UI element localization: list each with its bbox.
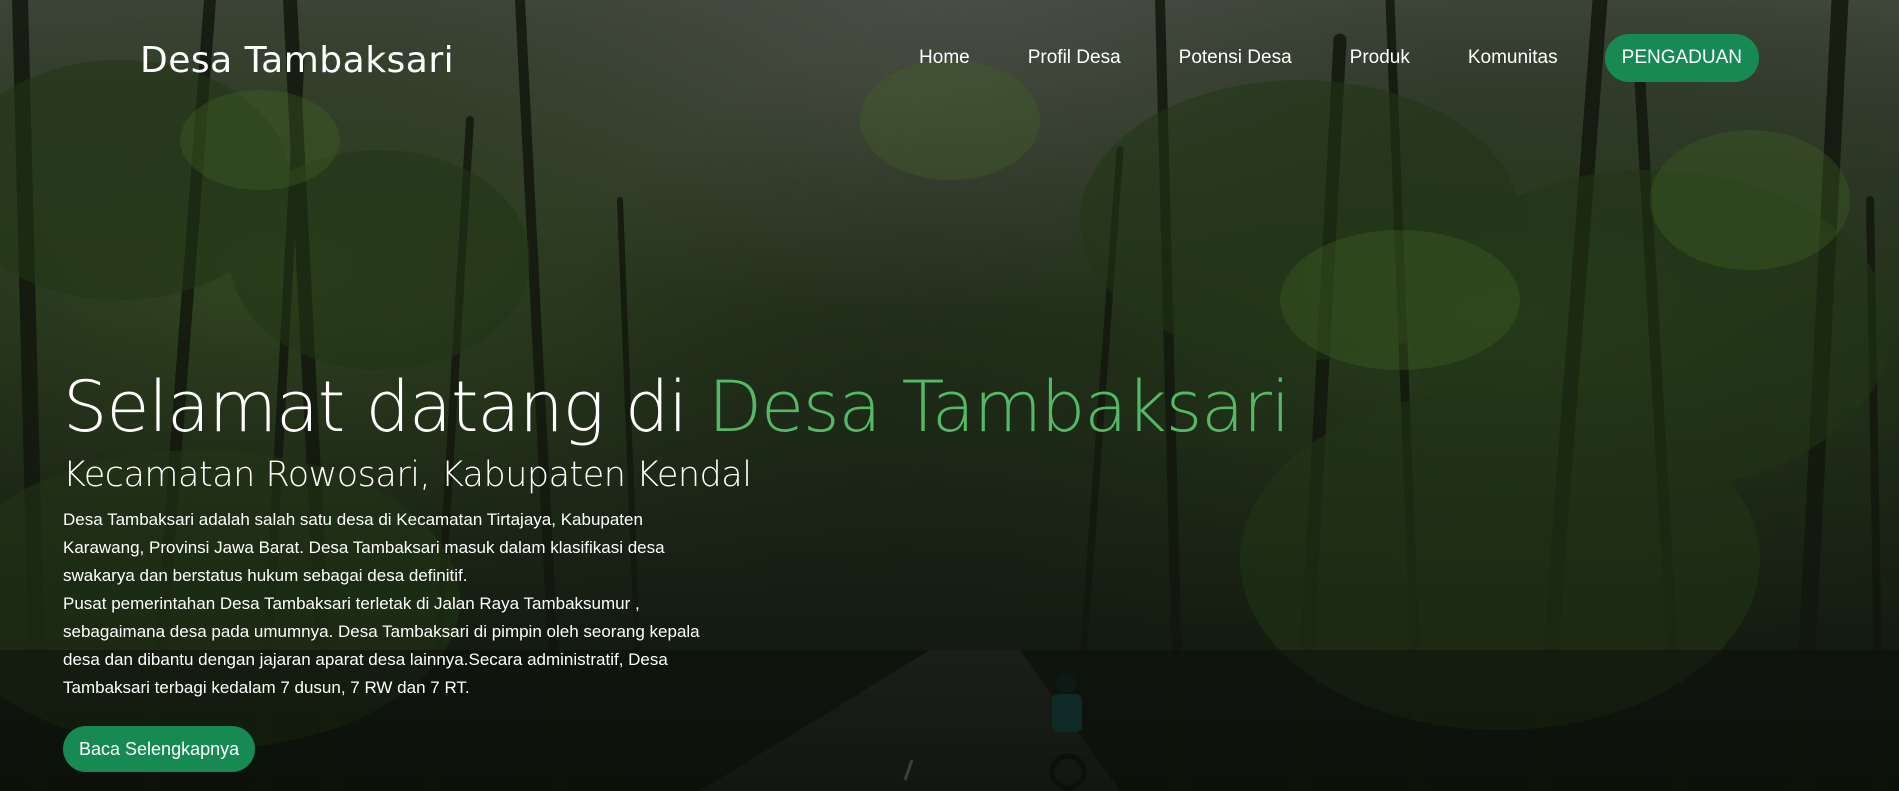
nav-link-profil-desa[interactable]: Profil Desa [999, 47, 1150, 69]
nav-link-produk[interactable]: Produk [1321, 47, 1439, 69]
hero-content: Selamat datang di Desa Tambaksari Kecama… [63, 362, 1363, 772]
hero-description-paragraph-1: Desa Tambaksari adalah salah satu desa d… [63, 510, 665, 585]
nav-link-potensi-desa[interactable]: Potensi Desa [1150, 47, 1321, 69]
hero-subtitle: Kecamatan Rowosari, Kabupaten Kendal [63, 455, 752, 495]
top-navbar: Desa Tambaksari Home Profil Desa Potensi… [0, 0, 1899, 120]
hero-description-paragraph-2: Pusat pemerintahan Desa Tambaksari terle… [63, 594, 700, 697]
nav-menu: Home Profil Desa Potensi Desa Produk Kom… [890, 34, 1759, 82]
hero-description: Desa Tambaksari adalah salah satu desa d… [63, 506, 703, 702]
hero-title-prefix: Selamat datang di [63, 366, 709, 448]
site-brand[interactable]: Desa Tambaksari [140, 40, 454, 81]
hero-title: Selamat datang di Desa Tambaksari [63, 362, 1363, 452]
nav-link-komunitas[interactable]: Komunitas [1439, 47, 1587, 69]
pengaduan-button[interactable]: PENGADUAN [1604, 34, 1759, 82]
nav-link-home[interactable]: Home [890, 47, 999, 69]
read-more-button[interactable]: Baca Selengkapnya [63, 726, 256, 772]
hero-section: Desa Tambaksari Home Profil Desa Potensi… [0, 0, 1899, 791]
hero-title-highlight: Desa Tambaksari [708, 366, 1290, 448]
